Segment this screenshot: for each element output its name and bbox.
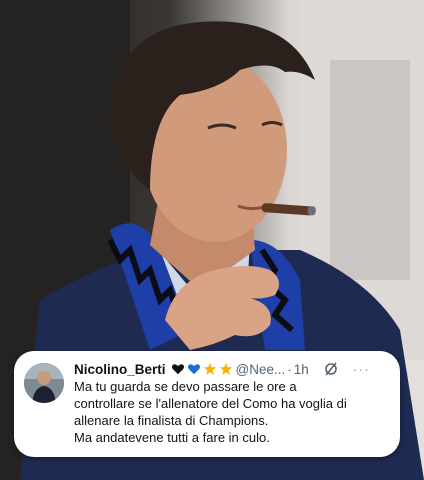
star-icon [203, 362, 216, 376]
tweet-card[interactable]: Nicolino_Berti @Nee... · 1h ··· Ma tu gu… [14, 351, 400, 457]
avatar-image [24, 363, 64, 403]
tweet-text-line: allenare la finalista di Champions. [74, 413, 269, 428]
grok-icon[interactable] [323, 361, 339, 377]
star-icon [219, 362, 232, 376]
separator-dot: · [287, 361, 292, 377]
timestamp[interactable]: 1h [294, 362, 309, 377]
more-options-icon[interactable]: ··· [353, 361, 370, 377]
tweet-text-line: Ma andatevene tutti a fare in culo. [74, 430, 270, 445]
blue-heart-icon [187, 364, 200, 375]
avatar[interactable] [24, 363, 64, 403]
tweet-header: Nicolino_Berti @Nee... · 1h ··· [74, 360, 390, 378]
handle[interactable]: @Nee... [236, 362, 286, 377]
tweet-text-line: controllare se l'allenatore del Como ha … [74, 396, 347, 411]
display-name[interactable]: Nicolino_Berti [74, 362, 166, 377]
tweet-text: Ma tu guarda se devo passare le ore a co… [74, 378, 394, 446]
tweet-text-line: Ma tu guarda se devo passare le ore a [74, 379, 297, 394]
black-heart-icon [171, 364, 184, 375]
